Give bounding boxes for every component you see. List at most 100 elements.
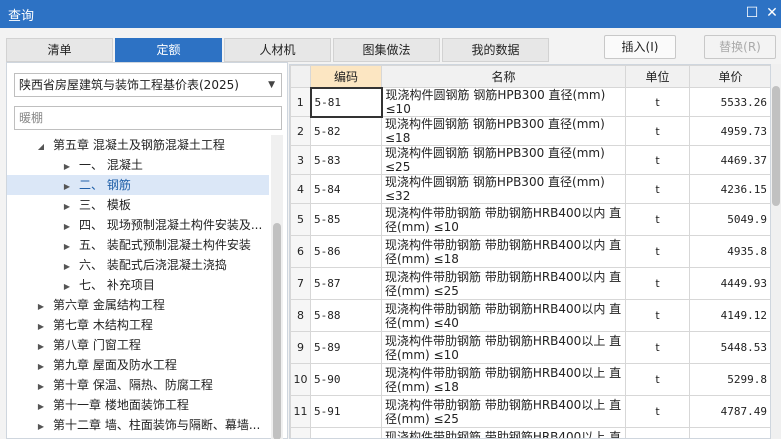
col-code-header[interactable]: 编码	[310, 65, 382, 88]
price-cell[interactable]: 4935.8	[689, 235, 770, 268]
table-row[interactable]: 1 5-81 现浇构件圆钢筋 钢筋HPB300 直径(mm) ≤10 t 5533.26	[290, 86, 770, 118]
tree-item[interactable]: ▶ 第十一章 楼地面装饰工程	[7, 395, 269, 415]
table-row[interactable]: 5 5-85 现浇构件带肋钢筋 带肋钢筋HRB400以内 直径(mm) ≤10 t 50…	[290, 203, 770, 236]
unit-cell[interactable]: t	[625, 116, 690, 146]
table-row[interactable]: 3 5-83 现浇构件圆钢筋 钢筋HPB300 直径(mm) ≤25 t 4469.37	[290, 145, 770, 175]
expand-icon[interactable]: ▶	[35, 337, 47, 355]
expand-icon[interactable]: ▶	[61, 197, 73, 215]
col-name-header[interactable]: 名称	[381, 65, 626, 88]
row-index[interactable]: 9	[290, 331, 311, 364]
search-input[interactable]: 暖棚	[14, 106, 282, 130]
expand-icon[interactable]: ▶	[35, 357, 47, 375]
tree-item[interactable]: ▶ 第八章 门窗工程	[7, 335, 269, 355]
unit-cell[interactable]: t	[625, 235, 690, 268]
unit-cell[interactable]: t	[625, 395, 690, 428]
maximize-icon[interactable]: ☐	[742, 3, 762, 23]
expand-icon[interactable]: ▶	[35, 297, 47, 315]
tree-item[interactable]: ▶ 第十章 保温、隔热、防腐工程	[7, 375, 269, 395]
row-index[interactable]: 3	[290, 145, 311, 175]
expand-icon[interactable]: ▶	[61, 217, 73, 235]
tree-item[interactable]: ▶ 四、 现场预制混凝土构件安装及...	[7, 215, 269, 235]
expand-icon[interactable]: ▶	[61, 277, 73, 295]
tab-atlas-practice[interactable]: 图集做法	[333, 38, 440, 62]
code-cell[interactable]: 5-82	[310, 116, 382, 146]
grid-scrollbar[interactable]	[771, 64, 781, 439]
row-index[interactable]: 11	[290, 395, 311, 428]
code-cell[interactable]: 5-88	[310, 299, 382, 332]
name-cell[interactable]: 现浇构件圆钢筋 钢筋HPB300 直径(mm) ≤10	[381, 87, 626, 117]
row-index[interactable]: 1	[290, 87, 311, 117]
table-row[interactable]: 7 5-87 现浇构件带肋钢筋 带肋钢筋HRB400以内 直径(mm) ≤25 t 44…	[290, 267, 770, 300]
expand-icon[interactable]: ▶	[61, 157, 73, 175]
unit-cell[interactable]: t	[625, 174, 690, 204]
price-cell[interactable]: 5533.26	[689, 87, 770, 117]
grid-scrollbar-thumb[interactable]	[772, 86, 780, 206]
price-cell[interactable]: 5049.9	[689, 203, 770, 236]
table-row[interactable]: 10 5-90 现浇构件带肋钢筋 带肋钢筋HRB400以上 直径(mm) ≤18 t 5…	[290, 363, 770, 396]
name-cell[interactable]: 现浇构件带肋钢筋 带肋钢筋HRB400以上 直径(mm) ≤18	[381, 363, 626, 396]
insert-button[interactable]: 插入(I)	[604, 35, 676, 59]
price-cell[interactable]: 4461.76	[689, 427, 770, 438]
expand-icon[interactable]: ▶	[35, 417, 47, 435]
unit-cell[interactable]: t	[625, 331, 690, 364]
tree-item[interactable]: ▶ 三、 模板	[7, 195, 269, 215]
unit-cell[interactable]: t	[625, 267, 690, 300]
tree-item[interactable]: ▶ 第六章 金属结构工程	[7, 295, 269, 315]
price-cell[interactable]: 4449.93	[689, 267, 770, 300]
tab-quota[interactable]: 定额	[115, 38, 222, 62]
table-row[interactable]: 2 5-82 现浇构件圆钢筋 钢筋HPB300 直径(mm) ≤18 t 4959.73	[290, 116, 770, 146]
unit-cell[interactable]: t	[625, 299, 690, 332]
row-index[interactable]: 12	[290, 427, 311, 438]
table-row[interactable]: 125-92现浇构件带肋钢筋 带肋钢筋HRB400以上 直径(mm) ≤40t4…	[290, 427, 770, 438]
replace-button[interactable]: 替换(R)	[704, 35, 776, 59]
tab-bill[interactable]: 清单	[6, 38, 113, 62]
unit-cell[interactable]: t	[625, 87, 690, 117]
expand-icon[interactable]: ▶	[35, 397, 47, 415]
name-cell[interactable]: 现浇构件圆钢筋 钢筋HPB300 直径(mm) ≤32	[381, 174, 626, 204]
row-index[interactable]: 8	[290, 299, 311, 332]
code-cell[interactable]: 5-81	[309, 86, 383, 118]
tree-item[interactable]: ▶ 六、 装配式后浇混凝土浇捣	[7, 255, 269, 275]
row-index[interactable]: 2	[290, 116, 311, 146]
unit-cell[interactable]: t	[625, 363, 690, 396]
name-cell[interactable]: 现浇构件带肋钢筋 带肋钢筋HRB400以内 直径(mm) ≤40	[381, 299, 626, 332]
code-cell[interactable]: 5-86	[310, 235, 382, 268]
table-row[interactable]: 9 5-89 现浇构件带肋钢筋 带肋钢筋HRB400以上 直径(mm) ≤10 t 54…	[290, 331, 770, 364]
table-row[interactable]: 8 5-88 现浇构件带肋钢筋 带肋钢筋HRB400以内 直径(mm) ≤40 t 41…	[290, 299, 770, 332]
unit-cell[interactable]: t	[625, 427, 690, 438]
tree-item[interactable]: ▶ 二、 钢筋	[7, 175, 269, 195]
name-cell[interactable]: 现浇构件圆钢筋 钢筋HPB300 直径(mm) ≤25	[381, 145, 626, 175]
name-cell[interactable]: 现浇构件带肋钢筋 带肋钢筋HRB400以上 直径(mm) ≤40	[381, 427, 626, 438]
name-cell[interactable]: 现浇构件带肋钢筋 带肋钢筋HRB400以上 直径(mm) ≤10	[381, 331, 626, 364]
unit-cell[interactable]: t	[625, 203, 690, 236]
col-unit-header[interactable]: 单位	[625, 65, 690, 88]
collapse-icon[interactable]: ◢	[35, 137, 47, 155]
name-cell[interactable]: 现浇构件带肋钢筋 带肋钢筋HRB400以内 直径(mm) ≤10	[381, 203, 626, 236]
code-cell[interactable]: 5-83	[310, 145, 382, 175]
tree-item[interactable]: ▶ 一、 混凝土	[7, 155, 269, 175]
name-cell[interactable]: 现浇构件带肋钢筋 带肋钢筋HRB400以上 直径(mm) ≤25	[381, 395, 626, 428]
tree-item[interactable]: ▶ 七、 补充项目	[7, 275, 269, 295]
name-cell[interactable]: 现浇构件带肋钢筋 带肋钢筋HRB400以内 直径(mm) ≤18	[381, 235, 626, 268]
expand-icon[interactable]: ▶	[35, 317, 47, 335]
tree-scrollbar-thumb[interactable]	[273, 223, 281, 439]
name-cell[interactable]: 现浇构件圆钢筋 钢筋HPB300 直径(mm) ≤18	[381, 116, 626, 146]
price-cell[interactable]: 4236.15	[689, 174, 770, 204]
code-cell[interactable]: 5-85	[310, 203, 382, 236]
code-cell[interactable]: 5-92	[310, 427, 382, 438]
row-index[interactable]: 4	[290, 174, 311, 204]
row-index[interactable]: 6	[290, 235, 311, 268]
tree-item[interactable]: ▶ 第九章 屋面及防水工程	[7, 355, 269, 375]
code-cell[interactable]: 5-87	[310, 267, 382, 300]
row-index[interactable]: 7	[290, 267, 311, 300]
table-row[interactable]: 11 5-91 现浇构件带肋钢筋 带肋钢筋HRB400以上 直径(mm) ≤25 t 4…	[290, 395, 770, 428]
price-cell[interactable]: 5448.53	[689, 331, 770, 364]
row-index[interactable]: 5	[290, 203, 311, 236]
price-cell[interactable]: 5299.8	[689, 363, 770, 396]
code-cell[interactable]: 5-91	[310, 395, 382, 428]
tree-item[interactable]: ▶ 第十二章 墙、柱面装饰与隔断、幕墙...	[7, 415, 269, 435]
table-row[interactable]: 4 5-84 现浇构件圆钢筋 钢筋HPB300 直径(mm) ≤32 t 4236.15	[290, 174, 770, 204]
table-row[interactable]: 6 5-86 现浇构件带肋钢筋 带肋钢筋HRB400以内 直径(mm) ≤18 t 49…	[290, 235, 770, 268]
name-cell[interactable]: 现浇构件带肋钢筋 带肋钢筋HRB400以内 直径(mm) ≤25	[381, 267, 626, 300]
expand-icon[interactable]: ▶	[61, 257, 73, 275]
